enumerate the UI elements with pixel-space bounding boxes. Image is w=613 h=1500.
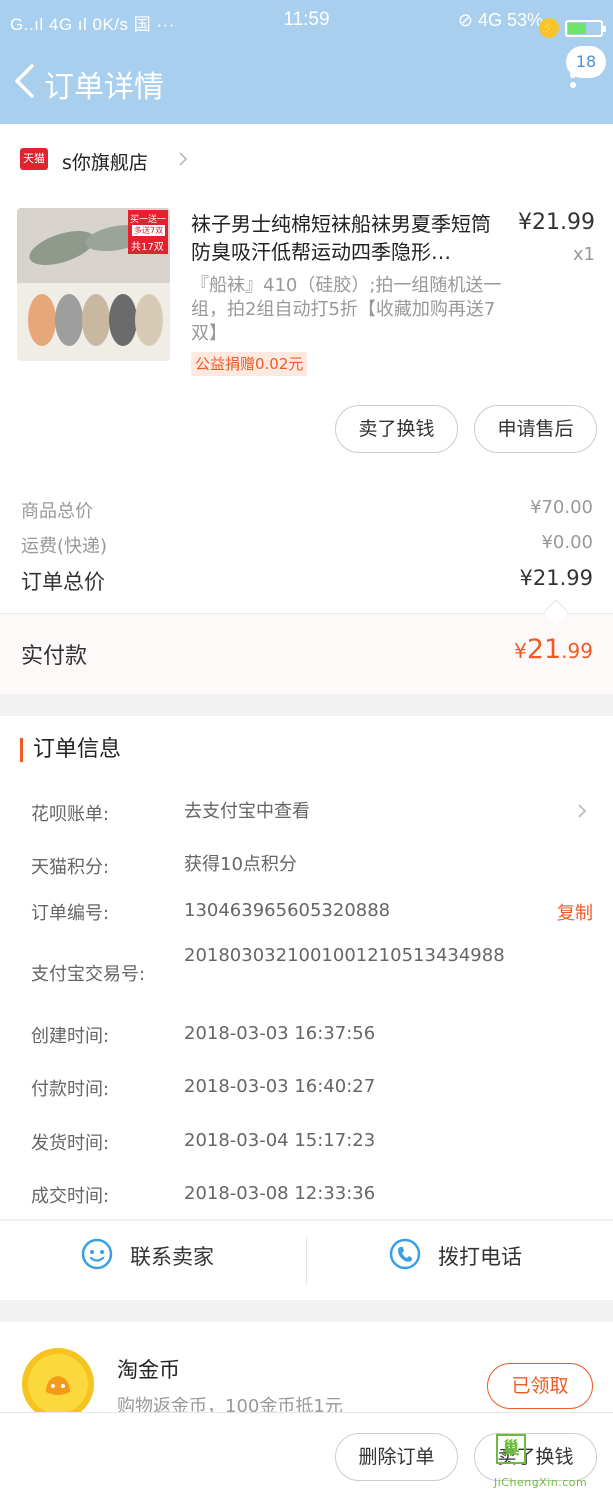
info-key: 支付宝交易号: [31,964,146,985]
tmall-logo: 天猫 [20,148,48,170]
image-badge: 多送7双 [132,225,166,236]
paid-value: ¥21.99 [514,634,593,665]
info-key: 订单编号: [31,903,110,924]
image-badge: 共17双 [131,242,164,253]
product-price: ¥21.99 [518,210,595,235]
info-key: 付款时间: [31,1079,110,1100]
shipping-value: ¥0.00 [541,532,593,553]
phone-icon [389,1238,421,1270]
call-label: 拨打电话 [438,1245,522,1269]
coin-title: 淘金币 [117,1358,180,1382]
watermark: 巢 JiChengXin.com [490,1428,608,1496]
contact-bar: 联系卖家 拨打电话 [0,1220,613,1300]
charging-icon: ⚡ [539,18,559,38]
info-key: 成交时间: [31,1186,110,1207]
product-image[interactable]: 买一送一 多送7双 共17双 [17,208,170,361]
watermark-text: JiChengXin.com [494,1476,588,1489]
goods-total-value: ¥70.00 [530,497,593,518]
chevron-right-icon[interactable] [575,804,589,818]
app-header: G..ıl 4G ıl 0K/s 国 ··· 11:59 ⊘ 4G 53% ⚡ … [0,0,613,124]
product-quantity: x1 [572,244,595,265]
shop-name[interactable]: s你旗舰店 [62,148,148,175]
section-title: 订单信息 [20,738,121,762]
goods-total-label: 商品总价 [21,501,93,522]
goods-total-row: 商品总价 ¥70.00 [21,497,593,523]
product-title[interactable]: 袜子男士纯棉短袜船袜男夏季短筒防臭吸汗低帮运动四季隐形… [191,210,503,266]
info-key: 创建时间: [31,1026,110,1047]
info-key: 发货时间: [31,1133,110,1154]
order-card: 天猫 s你旗舰店 买一送一 多送7双 共17双 袜子男士纯棉短袜船袜男夏季短筒防… [0,124,613,694]
order-total-row: 订单总价 ¥21.99 [21,566,593,596]
alipay-trade-number: 2018030321001001210513434988 [184,945,505,966]
coin-icon [22,1348,94,1420]
info-value: 2018-03-03 16:37:56 [184,1023,376,1044]
separator [306,1237,307,1285]
claimed-button[interactable]: 已领取 [487,1363,593,1409]
paid-currency: ¥ [514,639,527,663]
sell-for-cash-button[interactable]: 卖了换钱 [335,405,458,453]
after-sale-button[interactable]: 申请售后 [474,405,597,453]
info-value: 去支付宝中查看 [184,801,310,822]
paid-decimal: .99 [561,639,593,663]
info-key: 花呗账单: [31,804,110,825]
order-total-value: ¥21.99 [519,566,593,590]
paid-label: 实付款 [21,644,88,669]
info-value: 获得10点积分 [184,854,297,875]
image-badge: 买一送一 [129,215,166,225]
page-title: 订单详情 [44,70,164,105]
contact-seller-label: 联系卖家 [130,1245,214,1269]
info-key: 天猫积分: [31,857,110,878]
shipping-row: 运费(快递) ¥0.00 [21,532,593,558]
order-info-section: 订单信息 花呗账单: 去支付宝中查看 天猫积分: 获得10点积分 订单编号: 1… [0,716,613,1219]
info-value: 2018-03-03 16:40:27 [184,1076,376,1097]
delete-order-button[interactable]: 删除订单 [335,1433,458,1481]
paid-integer: 21 [526,634,562,665]
chevron-left-icon[interactable] [12,64,38,98]
charity-tag: 公益捐赠0.02元 [191,352,308,376]
chevron-right-icon[interactable] [176,152,190,166]
order-number: 130463965605320888 [184,900,391,921]
message-count-badge[interactable]: 18 [566,46,606,78]
paid-amount-row: 实付款 ¥21.99 [0,614,613,694]
product-sku: 『船袜』410（硅胶）;拍一组随机送一组，拍2组自动打5折【收藏加购再送7双】 [191,275,502,344]
copy-button[interactable]: 复制 [557,899,593,925]
status-right: ⊘ 4G 53% [457,10,543,30]
shipping-label: 运费(快递) [21,536,108,557]
order-total-label: 订单总价 [21,570,105,594]
watermark-logo: 巢 [496,1434,526,1464]
chat-face-icon [81,1238,113,1270]
info-value: 2018-03-04 15:17:23 [184,1130,376,1151]
divider [0,613,613,614]
battery-icon [565,20,606,37]
info-value: 2018-03-08 12:33:36 [184,1183,376,1204]
status-bar: G..ıl 4G ıl 0K/s 国 ··· 11:59 ⊘ 4G 53% ⚡ [0,8,613,38]
